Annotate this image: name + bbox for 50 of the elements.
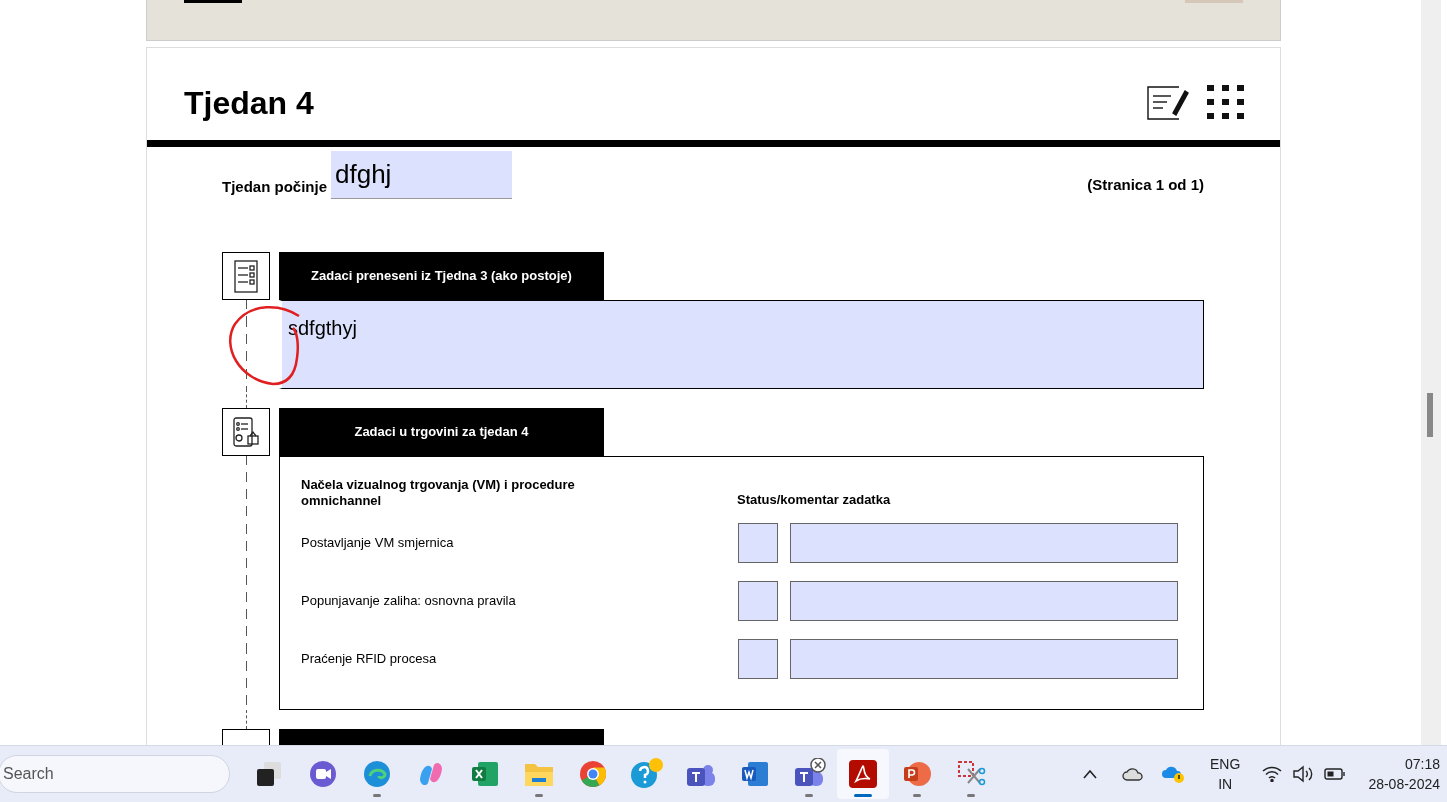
chevron-up-icon[interactable] [1082, 769, 1099, 779]
week-start-field[interactable]: dfghj [331, 151, 512, 199]
task-label: Postavljanje VM smjernica [301, 534, 455, 553]
task-group-heading: Načela vizualnog trgovanja (VM) i procedure omnichannel [301, 477, 576, 509]
spreadsheet-icon[interactable] [470, 759, 500, 789]
comment-field[interactable] [790, 581, 1178, 621]
week-start-label: Tjedan počinje [222, 176, 327, 197]
scrollbar-thumb[interactable] [1427, 393, 1433, 437]
status-box-field[interactable] [738, 523, 778, 563]
status-column-heading: Status/komentar zadatka [737, 490, 891, 509]
task-label: Popunjavanje zaliha: osnovna pravila [301, 592, 517, 611]
stacked-squares-icon[interactable] [255, 760, 283, 788]
section-title: Zadaci u trgovini za tjedan 4 [354, 423, 529, 442]
question-mark-icon[interactable] [630, 758, 664, 790]
page-title: Tjedan 4 [184, 84, 315, 123]
status-box-field[interactable] [738, 581, 778, 621]
wifi-icon[interactable] [1262, 766, 1283, 782]
status-box-field[interactable] [738, 639, 778, 679]
running-indicator [373, 794, 381, 797]
comment-field[interactable] [790, 523, 1178, 563]
running-indicator [967, 794, 975, 797]
search-field[interactable]: Search [0, 755, 230, 793]
taskbar-app-button[interactable] [837, 749, 889, 799]
edit-notes-icon[interactable] [1147, 85, 1189, 121]
clipboard-basket-icon [232, 416, 260, 448]
running-indicator [805, 794, 813, 797]
language-indicator[interactable]: ENG [1210, 754, 1241, 774]
cloud-warning-icon[interactable] [1162, 764, 1187, 784]
running-indicator [535, 794, 543, 797]
clock-time[interactable]: 07:18 [1404, 754, 1440, 774]
browser-circle-icon[interactable] [578, 759, 608, 789]
speaker-icon[interactable] [1292, 765, 1315, 783]
clock-date[interactable]: 28-08-2024 [1368, 774, 1440, 794]
text-area-field[interactable]: sdfgthyj [279, 300, 1204, 389]
checklist-icon [234, 259, 258, 293]
document-w-icon[interactable] [740, 759, 770, 789]
section-title: Zadaci preneseni iz Tjedna 3 (ako postoje) [311, 267, 572, 286]
cloud-icon[interactable] [1122, 766, 1145, 782]
running-indicator [854, 794, 872, 797]
task-label: Praćenje RFID procesa [301, 650, 438, 669]
grid-menu-icon[interactable] [1207, 85, 1245, 121]
video-camera-icon[interactable] [308, 759, 338, 789]
wave-circle-icon[interactable] [362, 759, 392, 789]
pdf-reader-icon[interactable] [848, 759, 878, 789]
language-indicator[interactable]: IN [1218, 774, 1233, 794]
slides-p-icon[interactable] [902, 759, 932, 789]
battery-icon[interactable] [1324, 767, 1347, 781]
running-indicator [913, 794, 921, 797]
page-indicator: (Stranica 1 od 1) [1087, 174, 1204, 195]
comment-field[interactable] [790, 639, 1178, 679]
